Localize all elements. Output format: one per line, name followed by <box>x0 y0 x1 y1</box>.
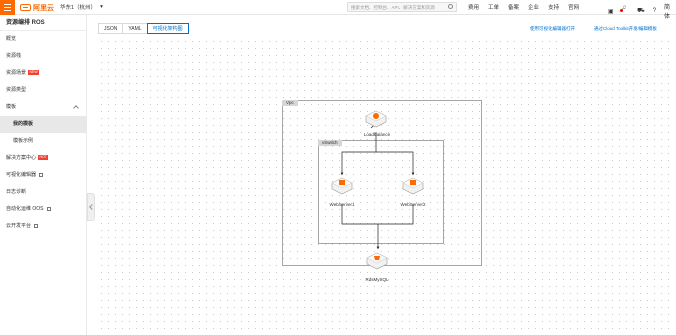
chevron-up-icon <box>73 105 79 111</box>
sidebar-item-template-samples[interactable]: 模板示例 <box>0 133 86 150</box>
region-label: 华东1（杭州） <box>60 5 97 11</box>
web-server-2-label: WebServer2 <box>400 202 426 207</box>
help-icon[interactable]: ? <box>653 8 656 14</box>
tab-yaml[interactable]: YAML <box>122 23 148 34</box>
new-badge: NEW <box>28 70 40 76</box>
sidebar-item-label: 模板 <box>6 104 17 110</box>
logo[interactable]: 阿里云 <box>20 3 54 12</box>
region-selector[interactable]: 华东1（杭州） ▾ <box>60 3 103 11</box>
sidebar-item-label: 自动化运维 OOS <box>6 206 44 212</box>
terminal-icon[interactable]: ▣ <box>608 8 614 15</box>
cart-icon[interactable]: ⛟ <box>637 7 645 15</box>
bell-icon[interactable]: ♫ <box>619 5 629 17</box>
sidebar-item-stacks[interactable]: 资源栈 <box>0 48 86 65</box>
menu-icon[interactable] <box>0 0 15 15</box>
rds-mysql-label: RdsMySQL <box>365 277 389 282</box>
nav-icp[interactable]: 备案 <box>508 3 519 11</box>
load-balance-node[interactable] <box>365 110 387 128</box>
sidebar-item-oos[interactable]: 自动化运维 OOS <box>0 201 86 218</box>
external-link-icon <box>39 172 44 177</box>
sidebar-item-visual-editor[interactable]: 可视化编辑器 <box>0 167 86 184</box>
nav-enterprise[interactable]: 企业 <box>528 3 539 11</box>
external-link-icon <box>46 206 51 211</box>
nav-fees[interactable]: 费用 <box>468 3 479 11</box>
sidebar-item-solutions[interactable]: 解决方案中心 HOT <box>0 150 86 167</box>
tab-json[interactable]: JSON <box>98 23 124 34</box>
sidebar-item-scenarios[interactable]: 资源场景 NEW <box>0 65 86 82</box>
logo-text: 阿里云 <box>33 4 54 12</box>
language-switch[interactable]: 简体 <box>664 2 676 20</box>
sidebar: 资源编排 ROS 概览 资源栈 资源场景 NEW 资源类型 模板 我的模板 模板示… <box>0 15 87 335</box>
sidebar-item-label: 云开发平台 <box>6 223 32 229</box>
sidebar-item-label: 日志诊断 <box>6 189 27 195</box>
open-editor-link[interactable]: 使用可视化编辑器打开 <box>530 26 575 32</box>
nav-tickets[interactable]: 工单 <box>488 3 499 11</box>
sidebar-title: 资源编排 ROS <box>0 15 86 31</box>
top-icons: ▣ ♫ ⛟ ? 简体 <box>608 2 676 20</box>
view-tabs: JSON YAML 可视化架构图 <box>98 23 189 34</box>
sidebar-item-log-diagnosis[interactable]: 日志诊断 <box>0 184 86 201</box>
rds-mysql-node[interactable] <box>366 252 388 270</box>
hot-badge: HOT <box>38 155 49 161</box>
sidebar-item-overview[interactable]: 概览 <box>0 31 86 48</box>
nav-official-site[interactable]: 官网 <box>568 3 579 11</box>
sidebar-item-templates[interactable]: 模板 <box>0 99 86 116</box>
caret-down-icon: ▾ <box>100 4 103 10</box>
aliyun-logo-icon <box>20 4 31 11</box>
sidebar-item-label: 模板示例 <box>13 138 34 144</box>
notification-dot <box>619 9 623 12</box>
sidebar-item-label: 概览 <box>6 36 17 42</box>
vpc-label: Vpc <box>282 100 298 106</box>
top-nav: 费用 工单 备案 企业 支持 官网 <box>468 3 579 11</box>
search-icon[interactable] <box>448 4 453 9</box>
web-server-2-node[interactable] <box>402 177 424 195</box>
sidebar-item-label: 解决方案中心 <box>6 155 37 161</box>
sidebar-item-my-templates[interactable]: 我的模板 <box>0 116 86 133</box>
load-balance-label: LoadBalance <box>363 132 391 137</box>
top-bar: 阿里云 华东1（杭州） ▾ 搜索文档、控制台、API、解决方案和资源 费用 工单… <box>0 0 676 20</box>
cloud-toolkit-link[interactable]: 通过Cloud Toolkit开发/编辑模板 <box>594 26 657 32</box>
sidebar-collapse-handle[interactable] <box>87 193 95 221</box>
vswitch-label: vSwitch <box>318 140 342 146</box>
sidebar-item-label: 资源类型 <box>6 87 27 93</box>
sidebar-item-label: 我的模板 <box>13 121 34 127</box>
sidebar-item-resource-types[interactable]: 资源类型 <box>0 82 86 99</box>
sidebar-item-label: 资源场景 <box>6 70 27 76</box>
web-server-1-node[interactable] <box>331 177 353 195</box>
external-link-icon <box>34 223 39 228</box>
web-server-1-label: WebServer1 <box>329 202 355 207</box>
tab-visual-diagram[interactable]: 可视化架构图 <box>146 23 189 34</box>
search-input[interactable]: 搜索文档、控制台、API、解决方案和资源 <box>347 2 457 12</box>
sidebar-item-label: 资源栈 <box>6 53 22 59</box>
sidebar-item-cloud-dev[interactable]: 云开发平台 <box>0 218 86 235</box>
sidebar-item-label: 可视化编辑器 <box>6 172 37 178</box>
nav-support[interactable]: 支持 <box>548 3 559 11</box>
